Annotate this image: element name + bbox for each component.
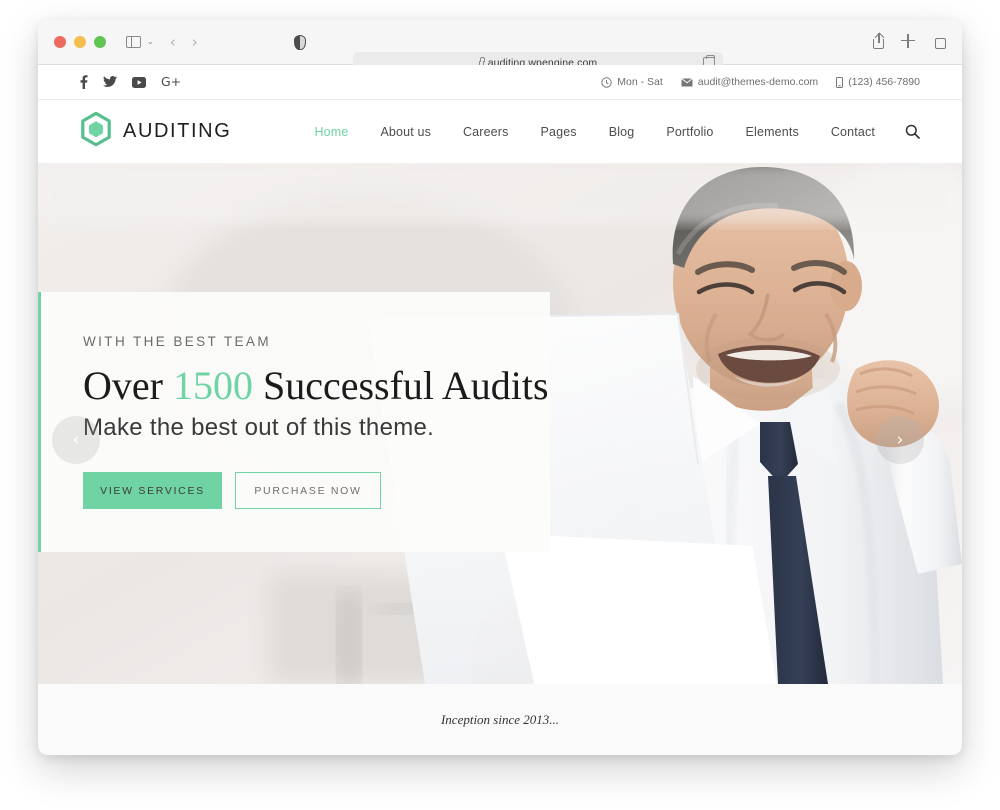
hexagon-logo-icon — [80, 111, 112, 152]
hours-info: Mon - Sat — [601, 76, 663, 88]
share-icon[interactable] — [873, 33, 884, 49]
hero-title-number: 1500 — [172, 363, 253, 408]
browser-window: ⌄ ‹ › auditing.wpengine.com G+ Mon - Sat… — [38, 20, 962, 755]
brand-logo[interactable]: AUDITING — [80, 111, 232, 152]
purchase-now-button[interactable]: PURCHASE NOW — [235, 472, 381, 509]
phone-info[interactable]: (123) 456-7890 — [836, 76, 920, 88]
tagline-section: Inception since 2013... — [38, 684, 962, 755]
new-tab-icon[interactable] — [901, 33, 915, 49]
hero-text-card: WITH THE BEST TEAM Over 1500 Successful … — [38, 292, 550, 552]
hero-title-post: Successful Audits — [252, 363, 549, 408]
social-links[interactable]: G+ — [80, 75, 181, 89]
envelope-icon — [680, 77, 693, 86]
hero-buttons: VIEW SERVICES PURCHASE NOW — [83, 472, 550, 509]
hours-text: Mon - Sat — [617, 76, 663, 88]
back-button[interactable]: ‹ — [170, 34, 176, 50]
view-services-button[interactable]: VIEW SERVICES — [83, 472, 222, 509]
nav-item-careers[interactable]: Careers — [447, 125, 525, 139]
site-header: AUDITING Home About us Careers Pages Blo… — [38, 100, 962, 164]
clock-icon — [601, 76, 612, 88]
hero-slider: WITH THE BEST TEAM Over 1500 Successful … — [38, 164, 962, 684]
hero-title: Over 1500 Successful Audits — [83, 365, 550, 407]
top-info-bar: G+ Mon - Sat audit@themes-demo.com (123)… — [38, 65, 962, 100]
maximize-window-button[interactable] — [94, 36, 106, 48]
slider-next-button[interactable]: › — [876, 416, 924, 464]
close-window-button[interactable] — [54, 36, 66, 48]
tagline-text: Inception since 2013... — [440, 711, 560, 727]
nav-item-about-us[interactable]: About us — [364, 125, 447, 139]
nav-item-elements[interactable]: Elements — [730, 125, 815, 139]
search-icon[interactable] — [905, 124, 920, 139]
tab-overview-icon[interactable] — [933, 37, 946, 53]
twitter-icon[interactable] — [103, 76, 117, 88]
slider-prev-button[interactable]: ‹ — [52, 416, 100, 464]
hero-title-pre: Over — [83, 363, 173, 408]
nav-item-contact[interactable]: Contact — [815, 125, 891, 139]
email-info[interactable]: audit@themes-demo.com — [680, 76, 819, 88]
nav-item-blog[interactable]: Blog — [593, 125, 651, 139]
chevron-down-icon[interactable]: ⌄ — [147, 38, 154, 46]
page-viewport: G+ Mon - Sat audit@themes-demo.com (123)… — [38, 65, 962, 755]
main-navigation[interactable]: Home About us Careers Pages Blog Portfol… — [298, 124, 920, 139]
facebook-icon[interactable] — [80, 75, 88, 89]
googleplus-icon[interactable]: G+ — [161, 75, 181, 89]
email-text: audit@themes-demo.com — [697, 76, 819, 88]
phone-icon — [836, 76, 844, 88]
contact-info: Mon - Sat audit@themes-demo.com (123) 45… — [601, 76, 920, 88]
brand-name: AUDITING — [123, 120, 232, 142]
nav-item-portfolio[interactable]: Portfolio — [650, 125, 729, 139]
nav-item-home[interactable]: Home — [298, 125, 364, 139]
browser-toolbar: ⌄ ‹ › auditing.wpengine.com — [38, 20, 962, 74]
forward-button[interactable]: › — [192, 34, 198, 50]
minimize-window-button[interactable] — [74, 36, 86, 48]
hero-subtitle: Make the best out of this theme. — [83, 414, 435, 441]
youtube-icon[interactable] — [132, 76, 146, 88]
hero-kicker: WITH THE BEST TEAM — [83, 334, 271, 349]
privacy-shield-icon[interactable] — [294, 35, 306, 50]
nav-item-pages[interactable]: Pages — [525, 125, 593, 139]
window-controls[interactable] — [54, 36, 106, 48]
phone-text: (123) 456-7890 — [848, 76, 920, 88]
sidebar-toggle-icon[interactable] — [126, 36, 141, 48]
